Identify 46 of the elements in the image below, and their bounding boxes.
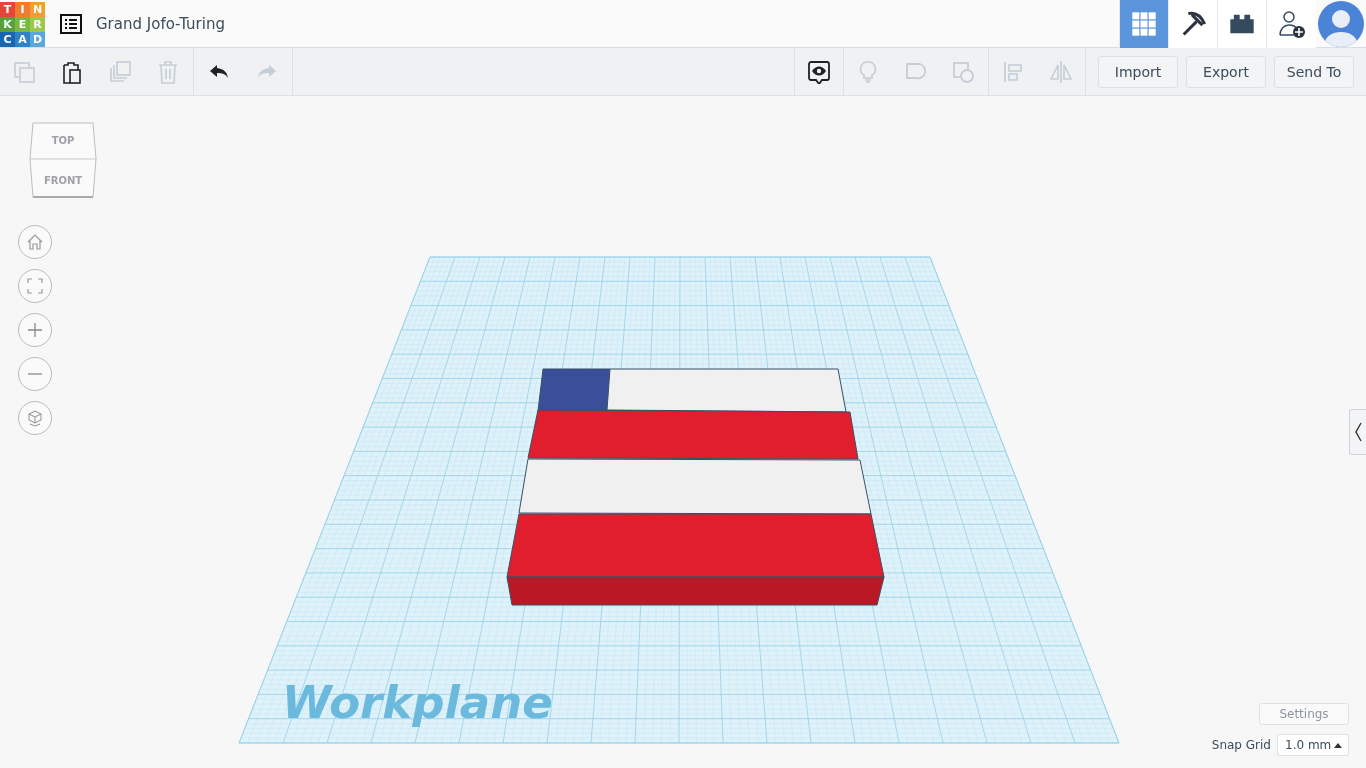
- design-title[interactable]: Grand Jofo-Turing: [96, 14, 225, 33]
- box-shape[interactable]: [606, 368, 847, 413]
- add-user-icon: [1276, 8, 1307, 39]
- align-icon: [1001, 59, 1025, 84]
- eye-bubble-icon: [807, 59, 831, 84]
- plus-icon: [26, 321, 44, 339]
- snap-grid-dropdown[interactable]: 1.0 mm: [1277, 734, 1349, 756]
- chevron-left-icon: [1354, 422, 1362, 442]
- logo-letter: N: [30, 1, 45, 17]
- invite-user-button[interactable]: [1266, 0, 1316, 48]
- fit-frame-icon: [26, 277, 44, 295]
- copy-icon: [12, 59, 36, 84]
- toolbar-button[interactable]: Send To: [1274, 55, 1354, 88]
- fit-view-button[interactable]: [18, 269, 52, 303]
- toolbar-button[interactable]: Export: [1186, 55, 1266, 88]
- avatar-icon: [1318, 0, 1364, 47]
- cube-icon: [26, 409, 44, 427]
- caret-up-icon: [1334, 742, 1342, 748]
- toolbar-button[interactable]: Import: [1098, 55, 1178, 88]
- box-shape[interactable]: [518, 458, 872, 515]
- box-shape[interactable]: [527, 409, 859, 460]
- view-button[interactable]: [1217, 0, 1266, 48]
- cube-front-label: FRONT: [43, 175, 83, 186]
- view-button[interactable]: [1168, 0, 1217, 48]
- home-icon: [26, 233, 44, 251]
- grid-icon: [1130, 9, 1158, 38]
- duplicate-icon: [108, 59, 132, 84]
- workplane-label: Workplane: [282, 676, 553, 729]
- snap-grid-label: Snap Grid: [1211, 738, 1271, 752]
- perspective-button[interactable]: [18, 401, 52, 435]
- box-shape[interactable]: [537, 368, 611, 412]
- avatar-button[interactable]: [1318, 0, 1364, 47]
- ungroup-icon: [952, 59, 976, 84]
- trash-icon: [156, 59, 180, 84]
- zoom-in-button[interactable]: [18, 313, 52, 347]
- minus-icon: [28, 373, 42, 375]
- mirror-icon: [1049, 59, 1073, 84]
- collapse-panel-button[interactable]: [1349, 409, 1366, 455]
- logo-letter: I: [15, 1, 30, 17]
- logo-letter: T: [0, 1, 15, 17]
- home-view-button[interactable]: [18, 225, 52, 259]
- paste-icon: [60, 59, 84, 84]
- list-menu-icon[interactable]: [59, 11, 83, 36]
- zoom-out-button[interactable]: [18, 357, 52, 391]
- cube-top-label: TOP: [51, 135, 75, 146]
- box-shape[interactable]: [506, 513, 885, 606]
